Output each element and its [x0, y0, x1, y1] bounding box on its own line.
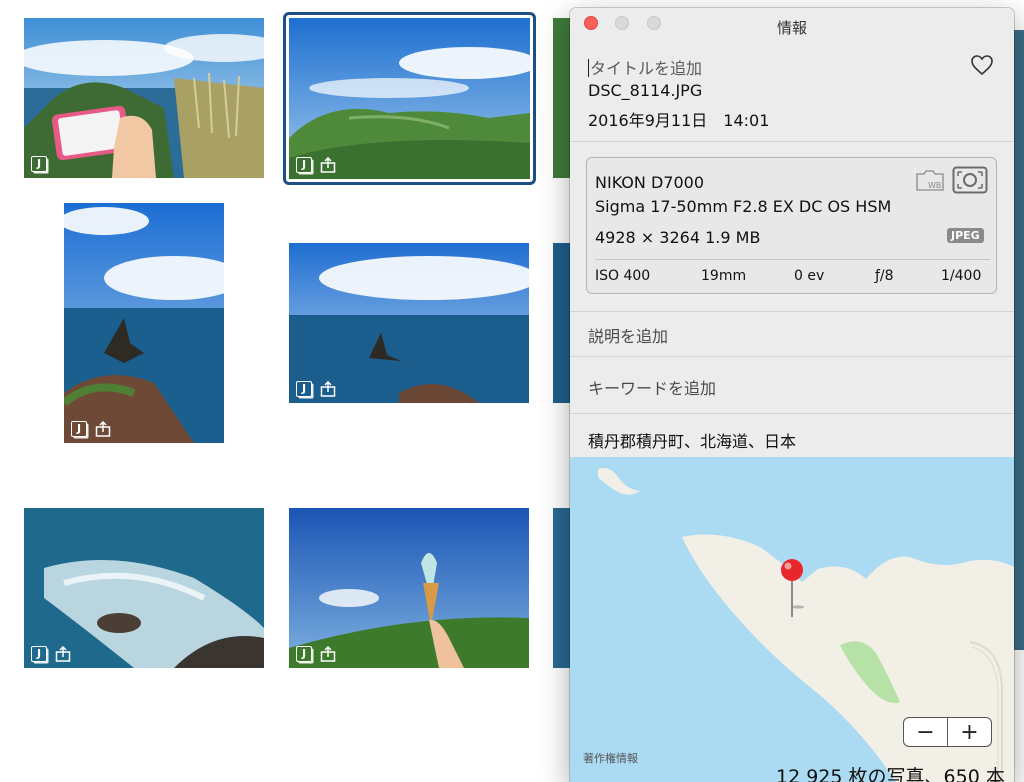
shared-icon [55, 646, 71, 662]
divider [570, 311, 1014, 312]
raw-jpeg-badge-icon: J [31, 156, 47, 172]
map-pin-icon[interactable] [781, 559, 803, 581]
photo-thumbnail[interactable]: J [24, 508, 264, 668]
selection-outline [283, 12, 536, 185]
photos-window: J J J J J J 情報 タイトルを追加 DSC_8114.JPG 2016… [0, 0, 1024, 782]
photo-badges: J [296, 381, 336, 397]
favorite-heart-icon[interactable] [970, 54, 994, 76]
photo-image [289, 508, 529, 668]
photo-image [64, 203, 224, 443]
panel-titlebar[interactable]: 情報 [570, 8, 1014, 44]
wb-label: WB [928, 181, 941, 190]
title-field[interactable]: タイトルを追加 [588, 55, 702, 79]
raw-jpeg-badge-icon: J [31, 646, 47, 662]
metering-mode-icon [952, 166, 988, 194]
camera-model: NIKON D7000 [595, 173, 704, 192]
keywords-field[interactable]: キーワードを追加 [588, 375, 716, 399]
text-caret [588, 59, 589, 77]
location-map[interactable]: − + 著作権情報 [570, 457, 1014, 782]
lens-model: Sigma 17-50mm F2.8 EX DC OS HSM [595, 197, 892, 216]
capture-datetime[interactable]: 2016年9月11日 14:01 [588, 107, 769, 131]
library-count-status: 12 925 枚の写真、650 本 [776, 766, 1005, 782]
panel-title: 情報 [776, 19, 807, 37]
photo-badges: J [31, 646, 71, 662]
shared-icon [95, 421, 111, 437]
map-zoom-controls: − + [903, 717, 992, 747]
exif-divider [595, 259, 990, 260]
photo-thumbnail[interactable]: J [289, 508, 529, 668]
map-copyright-link[interactable]: 著作権情報 [583, 750, 638, 766]
zoom-in-button[interactable]: + [947, 718, 991, 746]
photo-thumbnail[interactable]: J [24, 18, 264, 178]
location-label[interactable]: 積丹郡積丹町、北海道、日本 [588, 428, 796, 452]
format-badge: JPEG [947, 228, 984, 243]
focal-length-value: 19mm [701, 268, 747, 284]
filename: DSC_8114.JPG [588, 81, 703, 100]
zoom-out-button[interactable]: − [904, 718, 947, 746]
iso-value: ISO 400 [595, 268, 651, 284]
photo-badges: J [31, 156, 47, 172]
photo-badges: J [71, 421, 111, 437]
raw-jpeg-badge-icon: J [296, 646, 312, 662]
photo-thumbnail[interactable]: J [289, 243, 529, 403]
divider [570, 141, 1014, 142]
description-field[interactable]: 説明を追加 [588, 323, 668, 347]
photo-image [24, 508, 264, 668]
image-size: 4928 × 3264 1.9 MB [595, 228, 761, 247]
white-balance-camera-icon: WB [916, 170, 944, 191]
photo-thumbnail[interactable] [1014, 30, 1024, 650]
photo-badges: J [296, 646, 336, 662]
raw-jpeg-badge-icon: J [296, 381, 312, 397]
shutter-speed-value: 1/400 [941, 268, 982, 284]
info-panel: 情報 タイトルを追加 DSC_8114.JPG 2016年9月11日 14:01… [570, 8, 1014, 782]
divider [570, 413, 1014, 414]
aperture-value: ƒ/8 [875, 268, 894, 284]
exif-box: NIKON D7000 Sigma 17-50mm F2.8 EX DC OS … [586, 157, 997, 294]
photo-image [24, 18, 264, 178]
photo-thumbnail[interactable]: J [64, 203, 224, 443]
title-placeholder: タイトルを追加 [590, 59, 703, 78]
shared-icon [320, 646, 336, 662]
exposure-compensation-value: 0 ev [794, 268, 825, 284]
shared-icon [320, 381, 336, 397]
photo-image [289, 243, 529, 403]
raw-jpeg-badge-icon: J [71, 421, 87, 437]
divider [570, 356, 1014, 357]
